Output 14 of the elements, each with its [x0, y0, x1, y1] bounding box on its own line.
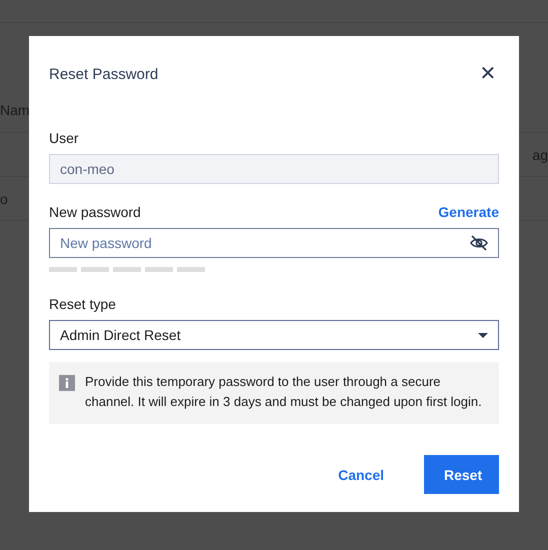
field-label: New password	[49, 204, 141, 220]
dialog-title: Reset Password	[49, 66, 158, 82]
eye-slash-icon[interactable]	[470, 235, 488, 251]
info-message: Provide this temporary password to the user through a secure channel. It will expire in 3 days and must be changed upon first login.	[85, 373, 483, 411]
field-label: User	[49, 130, 80, 146]
reset-button[interactable]: Reset	[424, 455, 499, 494]
password-field[interactable]: New password	[49, 228, 499, 258]
info-icon	[59, 375, 75, 391]
reset-type-dropdown[interactable]: Admin Direct Reset	[49, 320, 499, 350]
caret-icon	[478, 332, 488, 338]
generate-link[interactable]: Generate	[438, 204, 499, 220]
field-label: Reset type	[49, 296, 117, 312]
cancel-button[interactable]: Cancel	[318, 455, 404, 494]
close-button[interactable]: ✕	[477, 63, 499, 85]
